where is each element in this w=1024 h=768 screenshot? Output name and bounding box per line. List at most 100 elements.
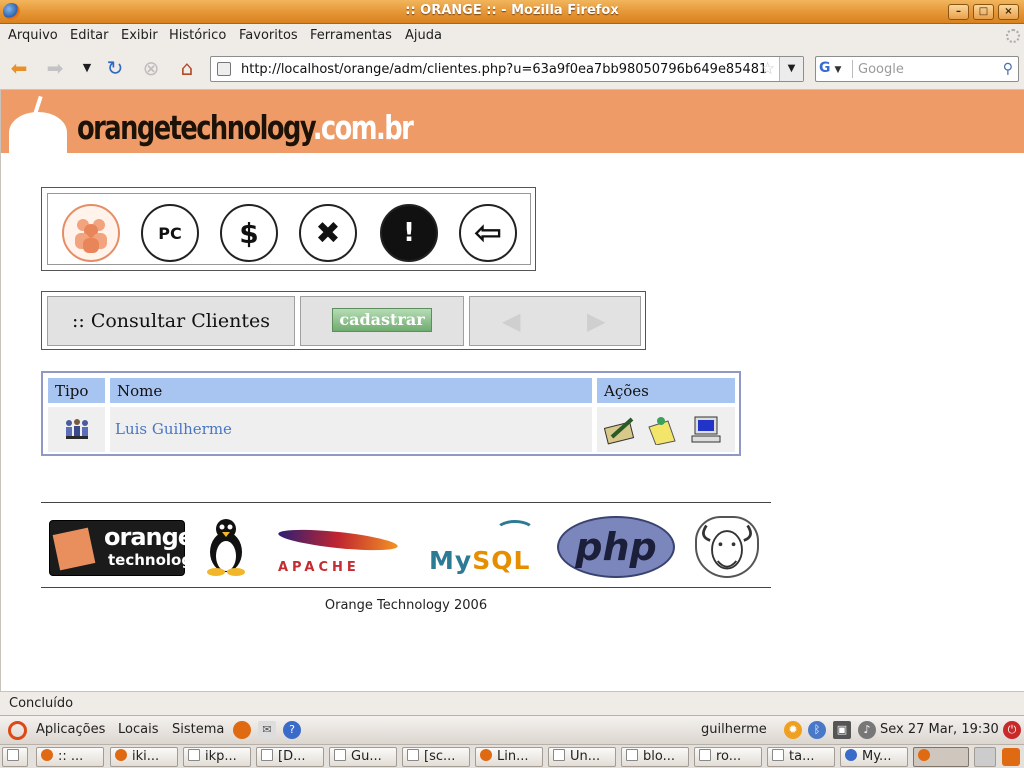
window-title: :: ORANGE :: - Mozilla Firefox: [405, 3, 619, 18]
minimize-button[interactable]: –: [948, 4, 969, 20]
taskbar-item-label: ro...: [716, 749, 742, 764]
menu-ferramentas[interactable]: Ferramentas: [310, 28, 392, 43]
taskbar-item-label: Un...: [570, 749, 601, 764]
logout-icon[interactable]: ⇦: [459, 204, 517, 262]
window-list-taskbar: :: ... iki... ikp... [D... Gu... [sc... …: [0, 744, 1024, 768]
menu-exibir[interactable]: Exibir: [121, 28, 158, 43]
gnu-logo-icon: [695, 516, 759, 578]
tux-logo-icon: [207, 519, 245, 576]
stop-icon[interactable]: ⊗: [140, 57, 162, 79]
home-icon[interactable]: ⌂: [176, 57, 198, 79]
taskbar-item[interactable]: :: ...: [36, 747, 104, 767]
taskbar-item[interactable]: [D...: [256, 747, 324, 767]
table-row-tipo-cell: [48, 407, 105, 452]
mail-launcher-icon[interactable]: ✉: [258, 721, 276, 739]
brand-logo: orangetechnology.com.br: [77, 108, 414, 147]
taskbar-item[interactable]: [sc...: [402, 747, 470, 767]
edit-icon[interactable]: [603, 414, 637, 446]
footer-divider-top: [41, 502, 771, 503]
search-box[interactable]: G ▼ Google ⚲: [815, 56, 1019, 82]
taskbar-item-label: [sc...: [424, 749, 456, 764]
apache-logo: APACHE: [274, 518, 402, 578]
url-text[interactable]: http://localhost/orange/adm/clientes.php…: [241, 62, 766, 77]
money-icon[interactable]: $: [220, 204, 278, 262]
maximize-button[interactable]: □: [973, 4, 994, 20]
close-button[interactable]: ×: [998, 4, 1019, 20]
menu-ajuda[interactable]: Ajuda: [405, 28, 442, 43]
next-page-icon[interactable]: ▶: [587, 307, 605, 335]
taskbar-item[interactable]: iki...: [110, 747, 178, 767]
window-titlebar: :: ORANGE :: - Mozilla Firefox – □ ×: [0, 0, 1024, 24]
taskbar-item[interactable]: ro...: [694, 747, 762, 767]
mysql-sql: SQL: [472, 546, 531, 575]
help-launcher-icon[interactable]: ?: [283, 721, 301, 739]
search-icon[interactable]: ⚲: [1003, 61, 1013, 77]
column-header-tipo: Tipo: [48, 378, 105, 403]
notes-icon[interactable]: [645, 414, 679, 446]
menu-editar[interactable]: Editar: [70, 28, 109, 43]
orange-technology-logo: orange technology: [49, 520, 202, 576]
column-header-nome: Nome: [110, 378, 592, 403]
search-input[interactable]: Google: [858, 62, 904, 77]
menu-historico[interactable]: Histórico: [169, 28, 226, 43]
alert-icon[interactable]: !: [380, 204, 438, 262]
client-name-link[interactable]: Luis Guilherme: [115, 420, 232, 438]
bluetooth-icon[interactable]: ᛒ: [808, 721, 826, 739]
brand-main: orangetechnology: [77, 108, 314, 147]
url-dropdown-icon[interactable]: ▼: [779, 57, 803, 81]
volume-icon[interactable]: ♪: [858, 721, 876, 739]
show-desktop-button[interactable]: [2, 747, 28, 767]
forward-icon[interactable]: ➡: [44, 57, 66, 79]
taskbar-item-label: [D...: [278, 749, 306, 764]
taskbar-item[interactable]: Lin...: [475, 747, 543, 767]
reload-icon[interactable]: ↻: [104, 57, 126, 79]
taskbar-item-active-firefox[interactable]: [913, 747, 969, 767]
column-header-acoes: Ações: [597, 378, 735, 403]
taskbar-item[interactable]: Un...: [548, 747, 616, 767]
bookmark-star-icon[interactable]: ☆: [760, 59, 775, 79]
footer-divider-bottom: [41, 587, 771, 588]
activity-throbber-icon: [1006, 29, 1020, 43]
workspace-switcher[interactable]: [974, 747, 996, 767]
update-notifier-icon[interactable]: ✹: [784, 721, 802, 739]
pc-icon[interactable]: PC: [141, 204, 199, 262]
menu-bar: Arquivo Editar Exibir Histórico Favorito…: [0, 24, 1024, 48]
apache-logo-text: APACHE: [278, 560, 360, 575]
clients-icon[interactable]: [62, 204, 120, 262]
panel-menu-aplicacoes[interactable]: Aplicações: [36, 722, 105, 737]
firefox-launcher-icon[interactable]: [233, 721, 251, 739]
taskbar-item[interactable]: Gu...: [329, 747, 397, 767]
brand-domain: .com.br: [312, 108, 414, 147]
site-banner: orangetechnology.com.br: [1, 90, 1024, 153]
ubuntu-logo-icon[interactable]: [8, 721, 27, 740]
power-icon[interactable]: ⏻: [1003, 721, 1021, 739]
action-tabs: :: Consultar Clientes cadastrar ◀ ▶: [41, 291, 646, 350]
panel-clock[interactable]: Sex 27 Mar, 19:30: [880, 722, 999, 737]
taskbar-item[interactable]: ikp...: [183, 747, 251, 767]
network-icon[interactable]: ▣: [833, 721, 851, 739]
back-icon[interactable]: ⬅: [8, 57, 30, 79]
menu-arquivo[interactable]: Arquivo: [8, 28, 58, 43]
taskbar-item[interactable]: ta...: [767, 747, 835, 767]
taskbar-item-label: iki...: [132, 749, 160, 764]
table-row-nome-cell: Luis Guilherme: [110, 407, 592, 452]
cadastrar-button[interactable]: cadastrar: [332, 308, 432, 332]
taskbar-item[interactable]: blo...: [621, 747, 689, 767]
apple-logo-icon: [9, 112, 67, 153]
status-text: Concluído: [9, 696, 74, 711]
menu-favoritos[interactable]: Favoritos: [239, 28, 298, 43]
panel-menu-locais[interactable]: Locais: [118, 722, 158, 737]
taskbar-item[interactable]: My...: [840, 747, 908, 767]
prev-page-icon[interactable]: ◀: [502, 307, 520, 335]
search-engine-icon[interactable]: G ▼: [819, 60, 853, 78]
tools-icon[interactable]: ✖: [299, 204, 357, 262]
trash-icon[interactable]: [1002, 748, 1020, 766]
icon-toolbar-inner: PC $ ✖ ! ⇦: [47, 193, 531, 265]
panel-menu-sistema[interactable]: Sistema: [172, 722, 224, 737]
history-dropdown-icon[interactable]: ▼: [76, 57, 98, 79]
computer-icon[interactable]: [689, 414, 723, 446]
table-row-acoes-cell: [597, 407, 735, 452]
panel-username[interactable]: guilherme: [701, 722, 767, 737]
url-bar[interactable]: http://localhost/orange/adm/clientes.php…: [210, 56, 804, 82]
taskbar-item-label: ikp...: [205, 749, 237, 764]
